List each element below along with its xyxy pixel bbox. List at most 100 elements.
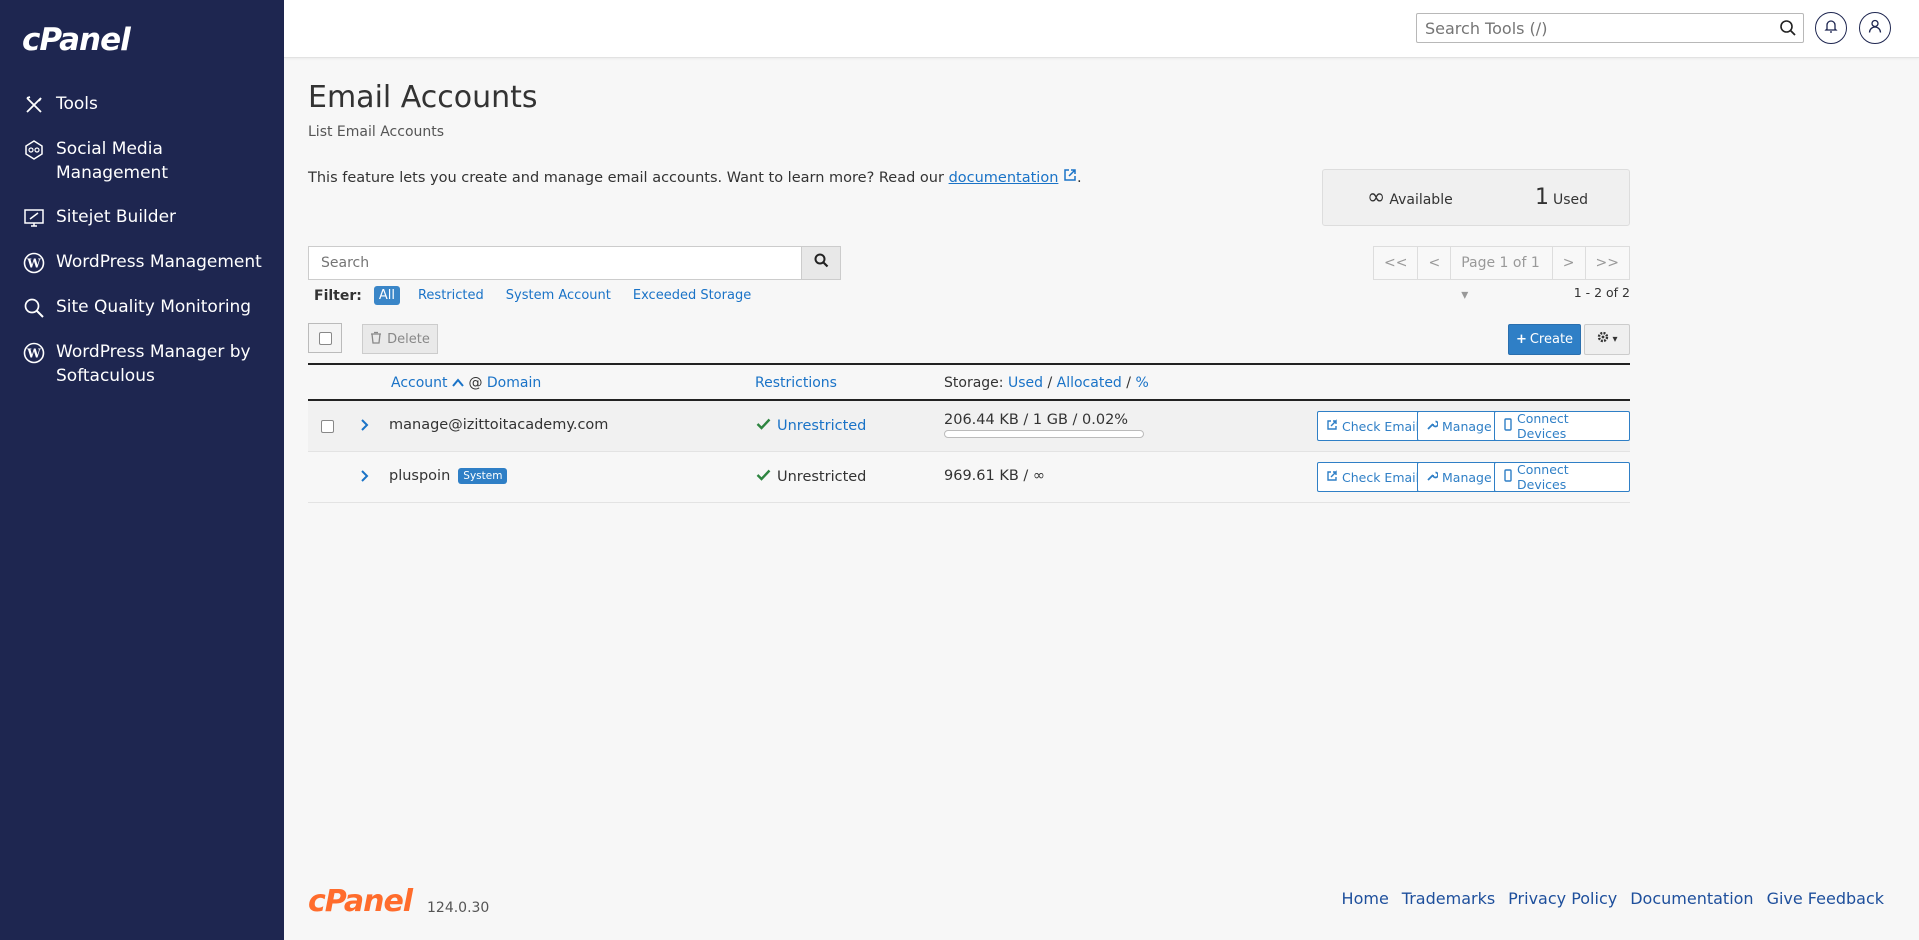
filter-bar: Filter: All Restricted System Account Ex… [314, 286, 773, 305]
pager-prev[interactable]: < [1418, 247, 1452, 279]
cpanel-logo[interactable]: cPanel [22, 22, 131, 58]
settings-dropdown-button[interactable]: ▾ [1584, 324, 1630, 355]
expand-row-button[interactable] [360, 469, 370, 487]
account-stats: ∞ Available 1 Used [1322, 169, 1630, 226]
connect-devices-button[interactable]: Connect Devices [1494, 462, 1630, 492]
connect-devices-button[interactable]: Connect Devices [1494, 411, 1630, 441]
documentation-link[interactable]: documentation [949, 170, 1059, 186]
sidebar-item-sitejet[interactable]: Sitejet Builder [0, 201, 284, 234]
chevron-right-icon [360, 419, 370, 436]
storage-allocated-header[interactable]: Allocated [1057, 375, 1122, 391]
external-link-icon [1326, 469, 1342, 485]
footer-cpanel-logo[interactable]: cPanel [308, 884, 413, 919]
expand-row-button[interactable] [360, 418, 370, 436]
storage-used-header[interactable]: Used [1008, 375, 1043, 391]
footer-links: Home Trademarks Privacy Policy Documenta… [1329, 889, 1884, 908]
account-search-button[interactable] [801, 246, 841, 280]
sitejet-icon [22, 206, 46, 230]
restriction-status: Unrestricted [756, 418, 866, 434]
checkbox[interactable] [318, 331, 332, 345]
pager-last[interactable]: >> [1586, 247, 1629, 279]
external-link-icon[interactable] [1063, 169, 1077, 186]
account-search-input[interactable] [308, 246, 802, 280]
sidebar-item-wordpress-softaculous[interactable]: W WordPress Manager by Softaculous [0, 336, 284, 392]
restriction-status: Unrestricted [756, 469, 866, 485]
select-all-checkbox[interactable] [308, 323, 342, 353]
version-number: 124.0.30 [427, 900, 490, 916]
sidebar-item-tools[interactable]: Tools [0, 88, 284, 121]
checkbox[interactable] [321, 420, 334, 433]
footer-link-home[interactable]: Home [1342, 889, 1389, 908]
search-tools-input[interactable] [1417, 14, 1757, 42]
sidebar-item-label: Social Media Management [56, 139, 168, 183]
pager-page-select[interactable]: Page 1 of 1 ▾ [1451, 247, 1553, 303]
create-label: Create [1529, 332, 1574, 347]
available-label: Available [1389, 192, 1453, 208]
footer-link-give-feedback[interactable]: Give Feedback [1767, 889, 1884, 908]
pager-next[interactable]: > [1553, 247, 1586, 279]
restrictions-header-label[interactable]: Restrictions [755, 375, 837, 391]
trash-icon [370, 331, 387, 348]
plus-icon: + [1515, 332, 1527, 347]
sort-up-icon[interactable] [452, 375, 464, 391]
delete-button[interactable]: Delete [362, 324, 438, 354]
stat-used: 1 Used [1535, 185, 1588, 210]
used-label: Used [1553, 192, 1589, 208]
table-row: pluspoin System Unrestricted 969.61 KB / … [308, 452, 1630, 503]
manage-button[interactable]: Manage [1417, 462, 1501, 492]
check-email-button[interactable]: Check Email [1317, 462, 1429, 492]
filter-system-account[interactable]: System Account [506, 288, 611, 303]
restriction-link[interactable]: Unrestricted [777, 418, 866, 434]
account-search [308, 246, 842, 280]
check-icon [756, 469, 771, 485]
sidebar: cPanel Tools Social Media Management Sit… [0, 0, 284, 940]
gear-icon [1596, 330, 1610, 349]
account-name: pluspoin [389, 468, 451, 484]
restrictions-header[interactable]: Restrictions [755, 375, 837, 391]
caret-down-icon: ▾ [1461, 287, 1469, 303]
search-icon[interactable] [1779, 19, 1797, 42]
restriction-text: Unrestricted [777, 469, 867, 485]
footer-link-trademarks[interactable]: Trademarks [1402, 889, 1495, 908]
notifications-button[interactable] [1815, 12, 1847, 44]
search-tools-field[interactable] [1416, 13, 1804, 43]
sort-account-header[interactable]: Account @ Domain [391, 375, 541, 391]
search-icon [814, 253, 829, 273]
storage-header: Storage: Used / Allocated / % [944, 375, 1149, 391]
account-name-cell: pluspoin System [389, 468, 508, 484]
sidebar-item-social-media[interactable]: Social Media Management [0, 133, 284, 189]
account-name: manage@izittoitacademy.com [389, 417, 609, 433]
sidebar-item-label: WordPress Management [56, 252, 262, 272]
filter-label: Filter: [314, 287, 362, 304]
footer-link-privacy-policy[interactable]: Privacy Policy [1508, 889, 1617, 908]
create-button[interactable]: + Create [1508, 324, 1581, 355]
intro-text: This feature lets you create and manage … [308, 168, 1082, 186]
domain-header[interactable]: Domain [487, 375, 541, 391]
manage-button[interactable]: Manage [1417, 411, 1501, 441]
filter-exceeded-storage[interactable]: Exceeded Storage [633, 288, 751, 303]
manage-label: Manage [1442, 469, 1492, 485]
social-media-icon [22, 138, 46, 162]
connect-devices-label: Connect Devices [1517, 462, 1569, 492]
result-range: 1 - 2 of 2 [1573, 285, 1630, 300]
manage-label: Manage [1442, 418, 1492, 434]
row-checkbox[interactable] [321, 420, 334, 433]
at-symbol: @ [468, 375, 483, 391]
system-badge: System [458, 468, 508, 484]
sidebar-item-wordpress-management[interactable]: W WordPress Management [0, 246, 284, 279]
check-email-button[interactable]: Check Email [1317, 411, 1429, 441]
sidebar-item-site-quality[interactable]: Site Quality Monitoring [0, 291, 284, 324]
mobile-icon [1503, 418, 1517, 434]
storage-percent-header[interactable]: % [1135, 375, 1148, 391]
user-menu-button[interactable] [1859, 12, 1891, 44]
svg-text:W: W [26, 347, 41, 361]
account-header[interactable]: Account [391, 375, 448, 391]
filter-all[interactable]: All [373, 286, 400, 305]
sidebar-item-label: Tools [56, 94, 98, 114]
storage-text: 969.61 KB / ∞ [944, 468, 1045, 484]
pager-first[interactable]: << [1374, 247, 1419, 279]
footer-link-documentation[interactable]: Documentation [1630, 889, 1753, 908]
filter-restricted[interactable]: Restricted [418, 288, 484, 303]
caret-down-icon: ▾ [1612, 334, 1618, 345]
site-quality-icon [22, 296, 46, 320]
